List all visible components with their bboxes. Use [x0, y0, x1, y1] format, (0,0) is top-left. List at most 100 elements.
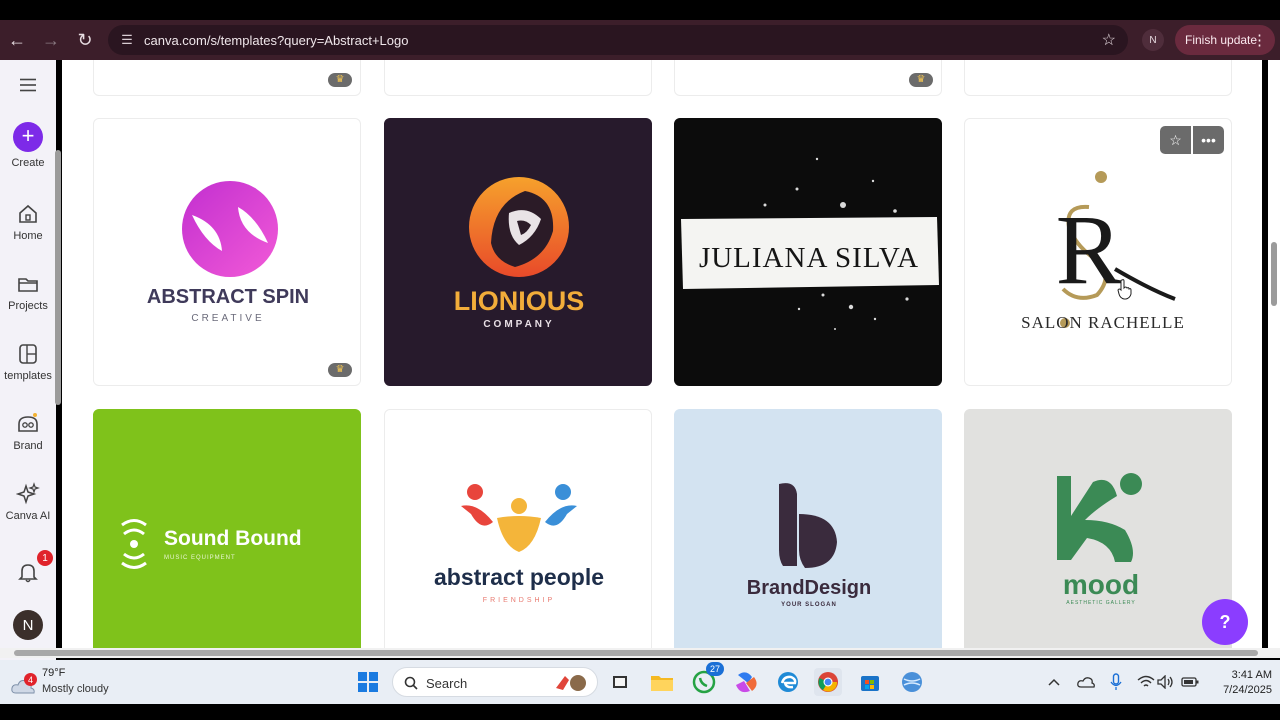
task-view-icon[interactable] — [606, 668, 634, 696]
salon-rachelle-logo: R SALON RACHELLE — [1021, 171, 1185, 332]
browser-menu-icon[interactable]: ⋮ — [1252, 31, 1267, 49]
hand-cursor-icon — [1117, 279, 1132, 300]
horizontal-scrollbar-thumb[interactable] — [14, 650, 1258, 656]
card-action-buttons: ☆ ••• — [1160, 126, 1224, 154]
notification-count-badge: 1 — [37, 550, 53, 566]
template-card-abstract-people[interactable]: abstract people FRIENDSHIP — [384, 409, 652, 648]
site-settings-icon[interactable]: ☰ — [112, 32, 142, 48]
template-card[interactable] — [384, 60, 652, 96]
chrome-browser-icon[interactable] — [814, 668, 842, 696]
user-avatar[interactable]: N — [13, 610, 43, 640]
show-hidden-icons-chevron-icon[interactable] — [1040, 668, 1068, 696]
microsoft-store-icon[interactable] — [856, 668, 884, 696]
whatsapp-unread-badge: 27 — [706, 662, 724, 676]
template-card-abstract-spin[interactable]: ABSTRACT SPIN CREATIVE ♛ — [93, 118, 361, 386]
sidebar-scrollbar[interactable] — [55, 138, 61, 468]
windows-start-icon[interactable] — [354, 668, 382, 696]
weather-condition: Mostly cloudy — [42, 683, 109, 695]
template-card[interactable]: ♛ — [93, 60, 361, 96]
card-subtitle: MUSIC EQUIPMENT — [164, 555, 236, 561]
forward-icon[interactable]: → — [34, 23, 68, 57]
card-subtitle: CREATIVE — [191, 313, 264, 324]
sidebar-item-projects[interactable]: Projects — [0, 272, 56, 312]
template-card[interactable] — [964, 60, 1232, 96]
taskbar-search-label: Search — [426, 676, 468, 691]
search-icon — [404, 676, 418, 690]
system-clock[interactable]: 3:41 AM 7/24/2025 — [1206, 668, 1272, 698]
template-card-salon-rachelle[interactable]: R SALON RACHELLE ☆ ••• — [964, 118, 1232, 386]
sidebar-item-home[interactable]: Home — [0, 202, 56, 242]
template-card-mood[interactable]: mood AESTHETIC GALLERY — [964, 409, 1232, 648]
sidebar-scrollbar-thumb[interactable] — [55, 150, 61, 405]
windows-taskbar: 4 79°F Mostly cloudy Search 27 3:41 AM 7… — [0, 660, 1280, 704]
card-title: mood — [1063, 569, 1139, 600]
address-url[interactable]: canva.com/s/templates?query=Abstract+Log… — [144, 33, 408, 48]
sidebar-item-label: templates — [4, 370, 52, 382]
branddesign-logo: BrandDesign YOUR SLOGAN — [747, 483, 871, 608]
abstract-people-logo: abstract people FRIENDSHIP — [434, 484, 604, 604]
edge-browser-icon[interactable] — [774, 668, 802, 696]
template-card-lionious[interactable]: LIONIOUS COMPANY — [384, 118, 652, 386]
template-grid: ♛ ♛ ABSTRACT SPIN CREATIVE ♛ LIONIOUS CO… — [62, 60, 1262, 648]
horizontal-scrollbar[interactable] — [0, 648, 1280, 658]
finish-update-label: Finish update — [1185, 33, 1258, 47]
sidebar-item-label: Home — [13, 230, 43, 242]
whatsapp-icon[interactable]: 27 — [690, 662, 724, 696]
brand-icon — [18, 413, 38, 432]
bell-icon — [18, 564, 38, 583]
premium-crown-icon: ♛ — [328, 363, 352, 377]
onedrive-cloud-icon[interactable] — [1072, 668, 1100, 696]
help-button[interactable]: ? — [1202, 599, 1248, 645]
sound-bound-logo: Sound Bound MUSIC EQUIPMENT — [121, 519, 302, 569]
template-card-sound-bound[interactable]: Sound Bound MUSIC EQUIPMENT — [93, 409, 361, 648]
juliana-silva-logo: JULIANA SILVA — [681, 157, 939, 330]
lionious-logo: LIONIOUS COMPANY — [454, 177, 584, 330]
template-card-juliana-silva[interactable]: JULIANA SILVA — [674, 118, 942, 386]
clock-date: 7/24/2025 — [1223, 684, 1272, 696]
page-scrollbar[interactable] — [1268, 60, 1280, 648]
sidebar-item-label: Projects — [8, 300, 48, 312]
globe-app-icon[interactable] — [898, 668, 926, 696]
card-subtitle: COMPANY — [483, 319, 554, 330]
bookmark-star-icon[interactable]: ☆ — [1102, 30, 1116, 50]
sidebar-item-templates[interactable]: templates — [0, 342, 56, 382]
profile-avatar[interactable]: N — [1142, 29, 1164, 51]
finish-update-button[interactable]: Finish update ⋮ — [1175, 25, 1275, 55]
file-explorer-icon[interactable] — [648, 668, 676, 696]
templates-icon — [19, 344, 37, 364]
copilot-icon[interactable] — [732, 668, 760, 696]
card-title: Sound Bound — [164, 527, 302, 550]
sidebar-item-label: Canva AI — [5, 510, 51, 522]
weather-widget[interactable]: 4 79°F Mostly cloudy — [10, 667, 150, 697]
favorite-star-icon[interactable]: ☆ — [1160, 126, 1191, 154]
browser-toolbar: ← → ↻ ☰ canva.com/s/templates?query=Abst… — [0, 20, 1280, 60]
search-highlight-icon — [556, 675, 586, 691]
taskbar-search[interactable]: Search — [392, 667, 598, 697]
card-subtitle: YOUR SLOGAN — [781, 602, 837, 608]
card-title: abstract people — [434, 564, 604, 590]
microphone-icon[interactable] — [1102, 668, 1130, 696]
plus-icon: + — [13, 122, 43, 152]
sidebar-item-canva-ai[interactable]: Canva AI — [0, 482, 56, 522]
address-bar[interactable]: ☰ canva.com/s/templates?query=Abstract+L… — [108, 25, 1128, 55]
template-card[interactable]: ♛ — [674, 60, 942, 96]
reload-icon[interactable]: ↻ — [68, 23, 102, 57]
sparkle-icon — [16, 482, 40, 505]
premium-crown-icon: ♛ — [909, 73, 933, 87]
battery-icon[interactable] — [1176, 668, 1204, 696]
weather-alert-badge: 4 — [24, 673, 37, 686]
template-card-branddesign[interactable]: BrandDesign YOUR SLOGAN — [674, 409, 942, 648]
create-button[interactable]: + Create — [0, 122, 56, 169]
create-label: Create — [11, 157, 45, 169]
card-title: ABSTRACT SPIN — [147, 286, 309, 308]
screen-top-border — [0, 0, 1280, 20]
card-title: JULIANA SILVA — [699, 242, 919, 274]
more-options-icon[interactable]: ••• — [1193, 126, 1224, 154]
hamburger-menu-icon[interactable] — [0, 78, 56, 95]
sidebar-item-label: Brand — [13, 440, 43, 452]
page-scrollbar-thumb[interactable] — [1271, 242, 1277, 306]
back-icon[interactable]: ← — [0, 23, 34, 57]
sidebar-item-brand[interactable]: Brand — [0, 412, 56, 452]
sr-monogram: R — [1056, 194, 1123, 305]
card-title: SALON RACHELLE — [1021, 313, 1185, 332]
